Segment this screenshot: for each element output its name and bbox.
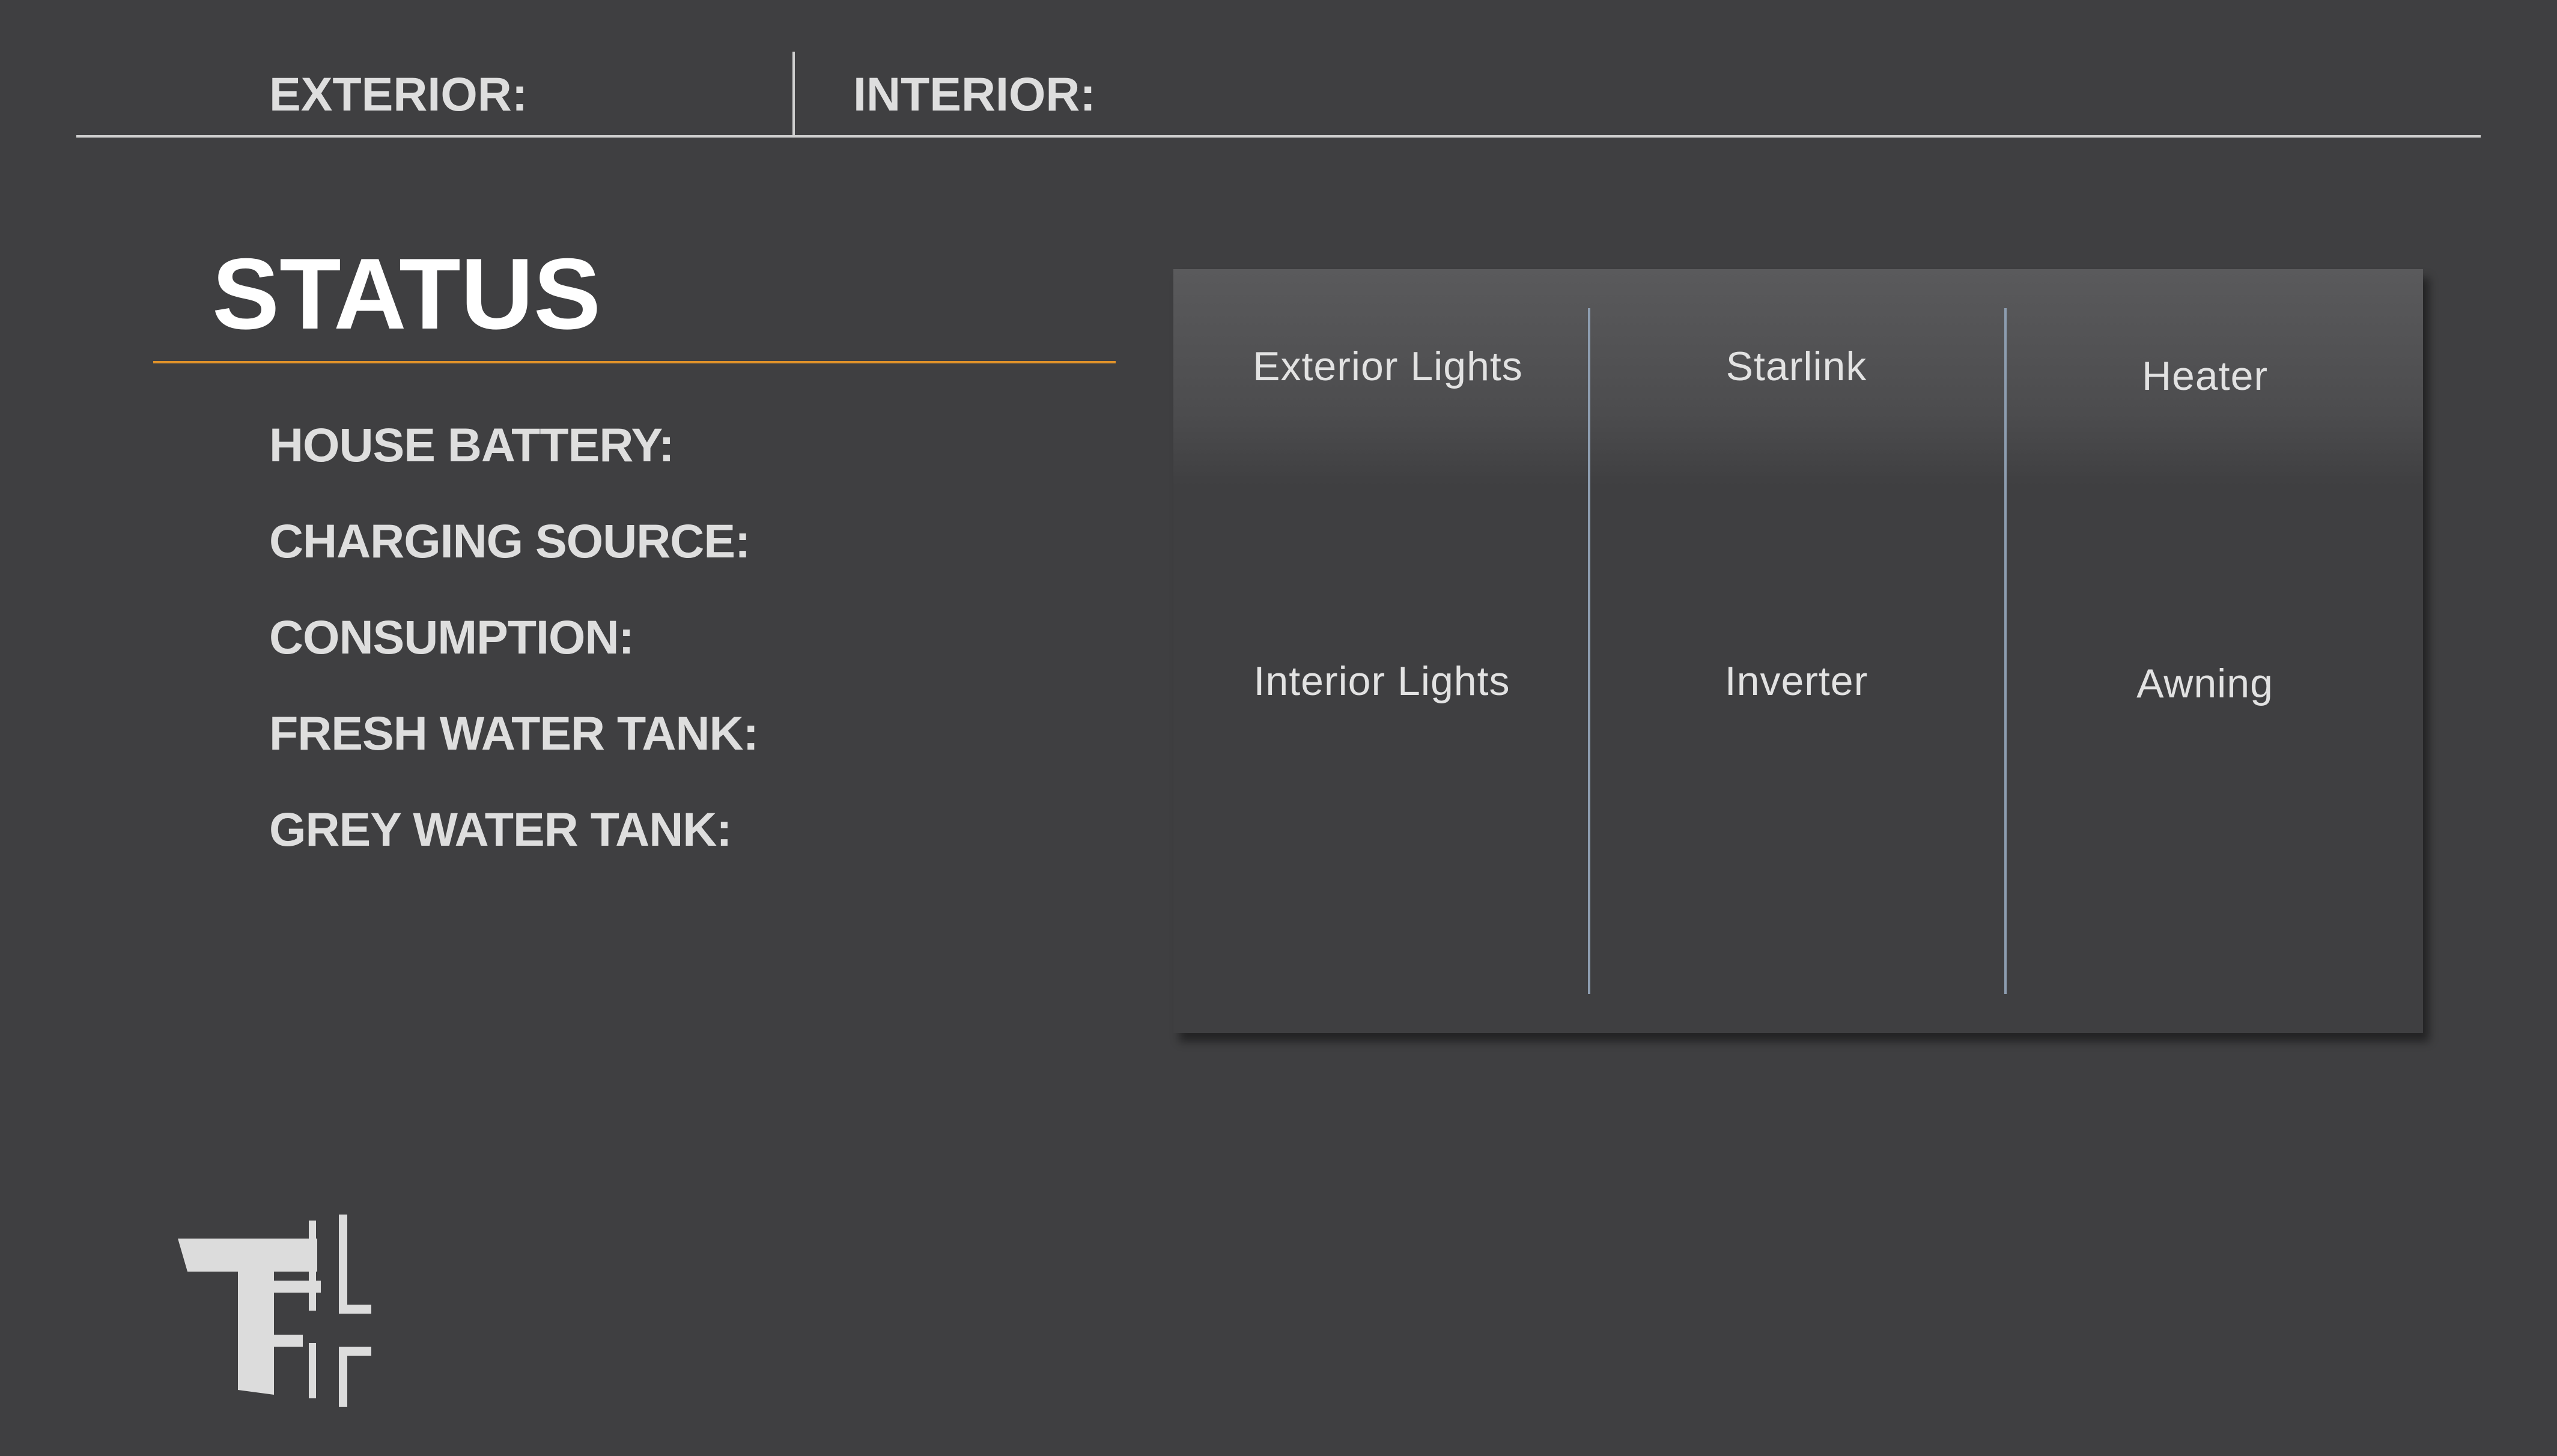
awning-toggle[interactable]: Awning xyxy=(1998,663,2412,704)
starlink-toggle[interactable]: Starlink xyxy=(1589,346,2004,387)
brand-logo-icon xyxy=(178,1215,371,1407)
house-battery-label: HOUSE BATTERY: xyxy=(269,418,675,472)
interior-label: INTERIOR: xyxy=(853,67,1096,121)
exterior-label: EXTERIOR: xyxy=(269,67,528,121)
exterior-lights-toggle[interactable]: Exterior Lights xyxy=(1181,346,1595,387)
heater-toggle[interactable]: Heater xyxy=(1998,356,2412,396)
status-underline xyxy=(153,361,1116,363)
panel-divider-1 xyxy=(1588,308,1590,994)
status-title: STATUS xyxy=(212,237,601,350)
grey-water-tank-label: GREY WATER TANK: xyxy=(269,802,732,856)
inverter-toggle[interactable]: Inverter xyxy=(1589,661,2004,702)
header-rule xyxy=(76,135,2481,138)
interior-lights-toggle[interactable]: Interior Lights xyxy=(1175,661,1589,702)
fresh-water-tank-label: FRESH WATER TANK: xyxy=(269,706,759,760)
consumption-label: CONSUMPTION: xyxy=(269,610,634,664)
header-divider xyxy=(792,52,795,138)
panel-divider-2 xyxy=(2004,308,2007,994)
charging-source-label: CHARGING SOURCE: xyxy=(269,514,750,568)
